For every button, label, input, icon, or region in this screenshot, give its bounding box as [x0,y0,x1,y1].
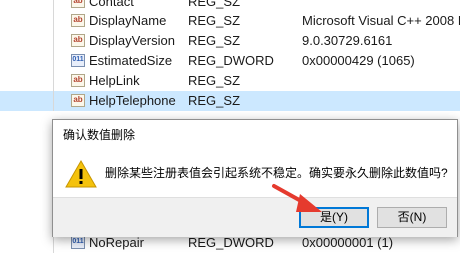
value-data: Microsoft Visual C++ 2008 R [302,13,460,28]
dialog-body: 删除某些注册表值会引起系统不稳定。确实要永久删除此数值吗? [53,146,457,197]
registry-row-helplink[interactable]: ab HelpLink REG_SZ [0,71,460,91]
value-name: HelpTelephone [89,93,176,108]
no-button[interactable]: 否(N) [377,207,447,228]
string-value-icon: ab [71,34,85,47]
string-value-icon: ab [71,74,85,87]
dialog-title: 确认数值删除 [63,128,136,142]
value-data: 0x00000001 (1) [302,235,394,250]
value-name: DisplayName [89,13,167,28]
value-name: HelpLink [89,73,140,88]
value-name: EstimatedSize [89,53,173,68]
registry-row-estimatedsize[interactable]: 011 EstimatedSize REG_DWORD 0x00000429 (… [0,51,460,71]
registry-row-displayname[interactable]: ab DisplayName REG_SZ Microsoft Visual C… [0,11,460,31]
tree-line [53,91,54,111]
value-type: REG_SZ [188,0,241,9]
value-data: 9.0.30729.6161 [302,33,393,48]
string-value-icon: ab [71,14,85,27]
tree-line [53,31,54,51]
value-type: REG_SZ [188,13,241,28]
value-type: REG_DWORD [188,235,274,250]
binary-value-icon: 011 [71,236,85,249]
value-type: REG_SZ [188,93,241,108]
tree-line [53,11,54,31]
value-name: NoRepair [89,235,144,250]
confirm-delete-dialog: 确认数值删除 删除某些注册表值会引起系统不稳定。确实要永久删除此数值吗? 是(Y… [52,119,458,237]
tree-line [53,71,54,91]
string-value-icon: ab [71,0,85,8]
string-value-icon: ab [71,94,85,107]
value-name: DisplayVersion [89,33,175,48]
value-data: 0x00000429 (1065) [302,53,415,68]
tree-line [53,51,54,71]
dialog-footer: 是(Y) 否(N) [53,197,457,237]
registry-row-displayversion[interactable]: ab DisplayVersion REG_SZ 9.0.30729.6161 [0,31,460,51]
dialog-message: 删除某些注册表值会引起系统不稳定。确实要永久删除此数值吗? [105,166,448,180]
binary-value-icon: 011 [71,54,85,67]
value-type: REG_SZ [188,33,241,48]
warning-icon [65,159,97,188]
registry-row-helptelephone[interactable]: ab HelpTelephone REG_SZ [0,91,460,111]
red-arrow-annotation [272,184,322,212]
value-type: REG_DWORD [188,53,274,68]
value-name: Contact [89,0,134,9]
value-type: REG_SZ [188,73,241,88]
